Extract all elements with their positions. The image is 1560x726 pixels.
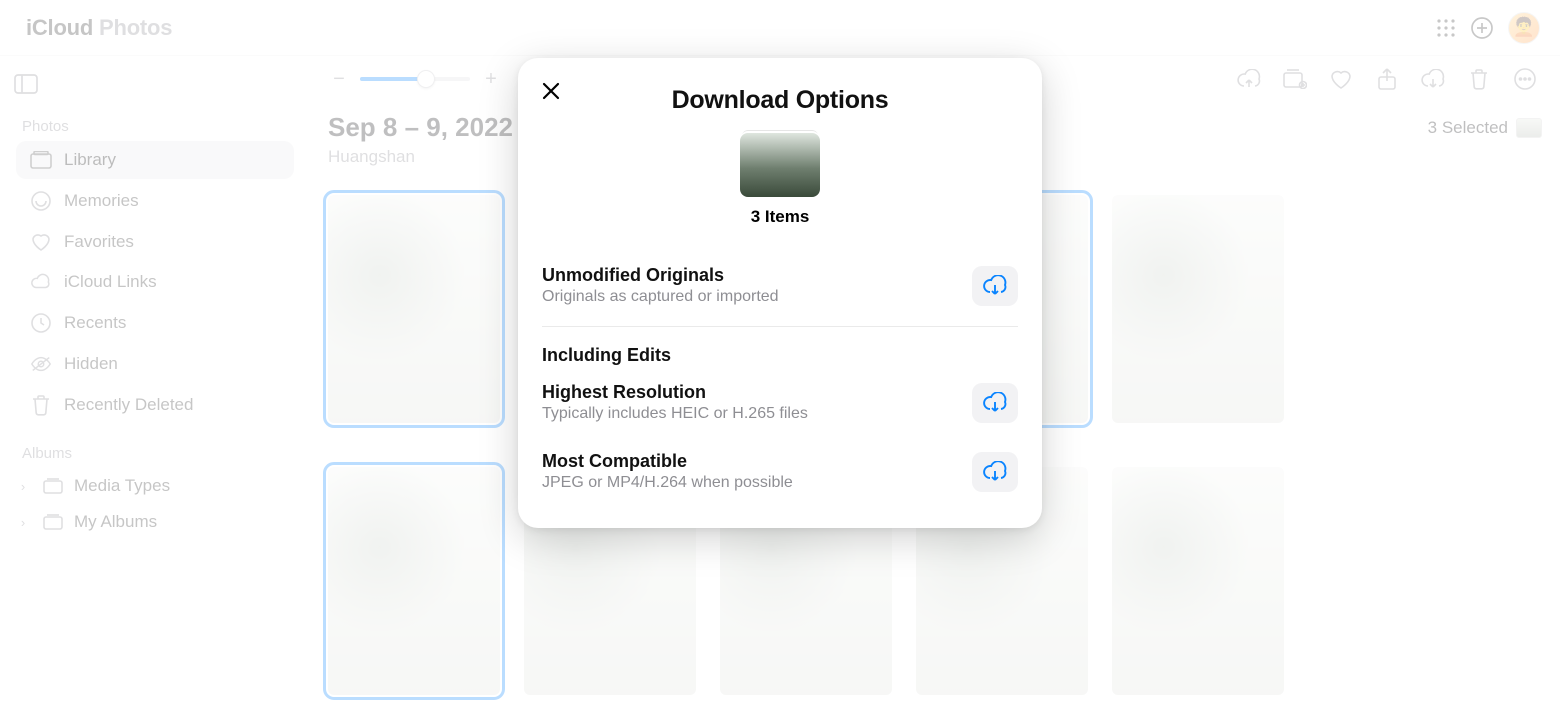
- cloud-download-icon: [1420, 69, 1446, 89]
- photo-thumbnail[interactable]: [328, 467, 500, 695]
- option-description: JPEG or MP4/H.264 when possible: [542, 474, 972, 492]
- zoom-control: − +: [328, 68, 502, 91]
- heart-icon: [30, 232, 52, 252]
- more-button[interactable]: [1508, 62, 1542, 96]
- selection-count: 3 Selected: [1428, 118, 1508, 138]
- sidebar-item-label: Hidden: [64, 354, 118, 374]
- brand-prefix: iCloud: [26, 15, 93, 40]
- download-most-compatible-button[interactable]: [972, 452, 1018, 492]
- zoom-out-button[interactable]: −: [328, 68, 350, 91]
- option-most-compatible: Most Compatible JPEG or MP4/H.264 when p…: [538, 437, 1022, 506]
- trash-icon: [30, 394, 52, 416]
- sidebar-item-library[interactable]: Library: [16, 141, 294, 179]
- cloud-download-icon: [982, 392, 1008, 414]
- sidebar-toggle-button[interactable]: [12, 74, 40, 98]
- photos-icon: [30, 151, 52, 169]
- option-unmodified-originals: Unmodified Originals Originals as captur…: [538, 251, 1022, 320]
- plus-circle-icon: [1470, 16, 1494, 40]
- option-description: Originals as captured or imported: [542, 288, 972, 306]
- zoom-slider[interactable]: [360, 77, 470, 81]
- delete-button[interactable]: [1462, 62, 1496, 96]
- cloud-download-icon: [982, 275, 1008, 297]
- modal-title: Download Options: [538, 86, 1022, 115]
- cloud-link-icon: [30, 273, 52, 291]
- sidebar-section-photos: Photos: [22, 118, 288, 135]
- modal-item-count: 3 Items: [538, 207, 1022, 227]
- photo-thumbnail[interactable]: [1112, 467, 1284, 695]
- trash-icon: [1469, 68, 1489, 90]
- eye-slash-icon: [30, 355, 52, 373]
- sidebar-album-label: My Albums: [74, 512, 157, 532]
- download-button[interactable]: [1416, 62, 1450, 96]
- create-button[interactable]: [1464, 10, 1500, 46]
- heart-icon: [1329, 68, 1353, 90]
- sidebar: Photos Library Memories Favorites: [0, 56, 310, 726]
- zoom-in-button[interactable]: +: [480, 68, 502, 91]
- chevron-right-icon: ›: [14, 479, 32, 494]
- sidebar-album-my-albums[interactable]: › My Albums: [12, 504, 298, 540]
- sidebar-item-label: Recently Deleted: [64, 395, 193, 415]
- brand-text: iCloud Photos: [26, 15, 172, 41]
- sidebar-item-favorites[interactable]: Favorites: [16, 223, 294, 261]
- option-title: Most Compatible: [542, 451, 972, 472]
- favorite-button[interactable]: [1324, 62, 1358, 96]
- photo-thumbnail[interactable]: [328, 195, 500, 423]
- memories-icon: [30, 190, 52, 212]
- account-avatar[interactable]: 🧑‍🦱: [1508, 12, 1540, 44]
- sidebar-album-media-types[interactable]: › Media Types: [12, 468, 298, 504]
- sidebar-item-recently-deleted[interactable]: Recently Deleted: [16, 385, 294, 425]
- download-unmodified-button[interactable]: [972, 266, 1018, 306]
- topbar: iCloud Photos 🧑‍🦱: [0, 0, 1560, 56]
- divider: [542, 326, 1018, 327]
- download-options-modal: Download Options 3 Items Unmodified Orig…: [518, 58, 1042, 528]
- sidebar-item-label: iCloud Links: [64, 272, 157, 292]
- sidebar-album-label: Media Types: [74, 476, 170, 496]
- upload-button[interactable]: [1232, 62, 1266, 96]
- selection-indicator[interactable]: 3 Selected: [1428, 118, 1542, 138]
- share-button[interactable]: [1370, 62, 1404, 96]
- sidebar-item-recents[interactable]: Recents: [16, 303, 294, 343]
- sidebar-item-label: Library: [64, 150, 116, 170]
- album-plus-icon: [1283, 69, 1307, 89]
- option-title: Highest Resolution: [542, 382, 972, 403]
- grid-dots-icon: [1436, 18, 1456, 38]
- modal-preview-thumbnail: [740, 133, 820, 197]
- download-highest-resolution-button[interactable]: [972, 383, 1018, 423]
- cloud-upload-icon: [1236, 69, 1262, 89]
- section-including-edits: Including Edits: [538, 337, 1022, 368]
- sidebar-item-label: Memories: [64, 191, 139, 211]
- chevron-right-icon: ›: [14, 515, 32, 530]
- app-root: iCloud Photos 🧑‍🦱: [0, 0, 1560, 726]
- close-icon: [542, 82, 560, 100]
- brand[interactable]: iCloud Photos: [20, 15, 172, 41]
- sidebar-section-albums: Albums: [22, 445, 288, 462]
- add-to-album-button[interactable]: [1278, 62, 1312, 96]
- option-title: Unmodified Originals: [542, 265, 972, 286]
- album-icon: [42, 514, 64, 530]
- photo-thumbnail[interactable]: [1112, 195, 1284, 423]
- ellipsis-circle-icon: [1513, 67, 1537, 91]
- album-icon: [42, 478, 64, 494]
- clock-icon: [30, 312, 52, 334]
- sidebar-item-memories[interactable]: Memories: [16, 181, 294, 221]
- app-launcher-button[interactable]: [1428, 10, 1464, 46]
- share-icon: [1377, 67, 1397, 91]
- option-description: Typically includes HEIC or H.265 files: [542, 405, 972, 423]
- sidebar-item-icloud-links[interactable]: iCloud Links: [16, 263, 294, 301]
- cloud-download-icon: [982, 461, 1008, 483]
- option-highest-resolution: Highest Resolution Typically includes HE…: [538, 368, 1022, 437]
- sidebar-item-label: Recents: [64, 313, 126, 333]
- sidebar-icon: [14, 74, 38, 94]
- sidebar-item-label: Favorites: [64, 232, 134, 252]
- sidebar-item-hidden[interactable]: Hidden: [16, 345, 294, 383]
- close-button[interactable]: [536, 76, 566, 106]
- brand-app: Photos: [99, 15, 172, 40]
- selection-thumbnail: [1516, 118, 1542, 138]
